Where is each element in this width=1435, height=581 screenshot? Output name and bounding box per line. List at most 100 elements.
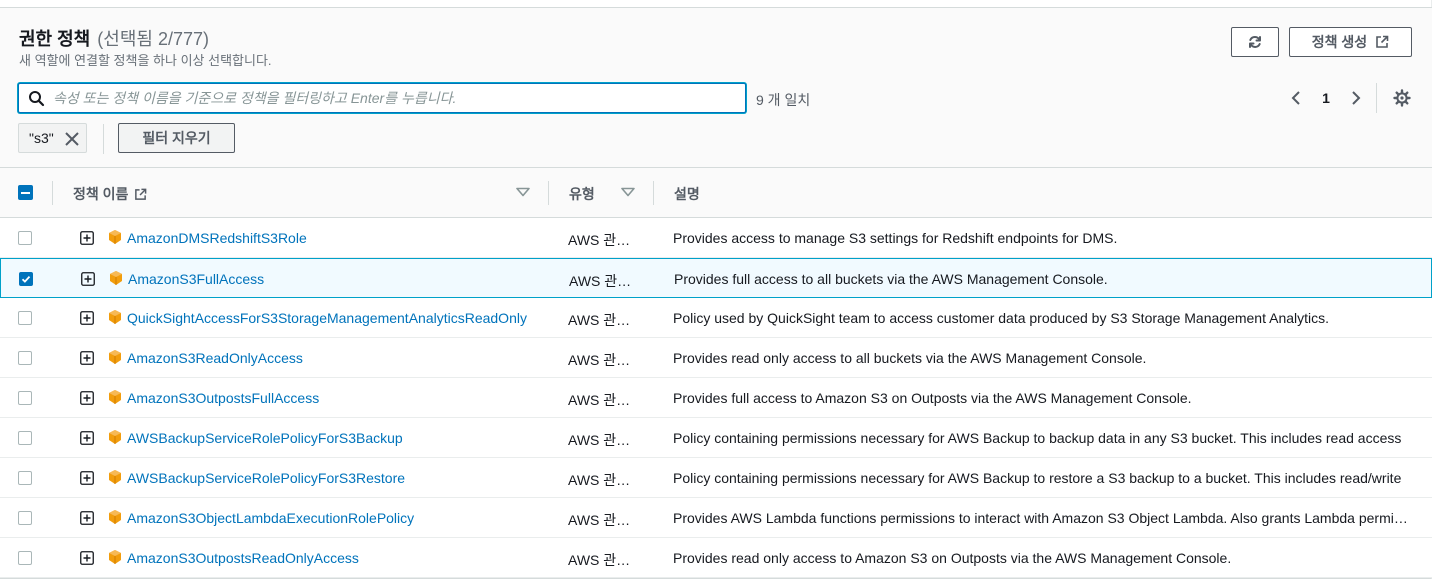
policy-cube-icon — [109, 510, 121, 524]
table-row[interactable]: AWSBackupServiceRolePolicyForS3Restore AW… — [0, 458, 1432, 498]
pagination-divider — [1376, 83, 1377, 113]
table-row[interactable]: AmazonDMSRedshiftS3Role AWS 관리형 Provides a… — [0, 218, 1432, 258]
plus-square-icon[interactable] — [80, 551, 94, 565]
policy-description: Policy containing permissions necessary … — [673, 470, 1402, 486]
table-row[interactable]: AmazonS3OutpostsFullAccess AWS 관리형 Provide… — [0, 378, 1432, 418]
column-header-type[interactable]: 유형 — [569, 184, 595, 204]
refresh-button[interactable] — [1231, 27, 1279, 57]
selection-count: (선택됨 2/777) — [97, 29, 209, 49]
policy-name-link[interactable]: AmazonS3ReadOnlyAccess — [127, 350, 303, 366]
policy-type: AWS 관리형 — [568, 512, 634, 528]
policy-name-link[interactable]: AmazonS3FullAccess — [128, 271, 264, 287]
checkmark-icon — [21, 275, 31, 283]
policy-name-link[interactable]: AmazonS3OutpostsReadOnlyAccess — [127, 550, 359, 566]
policy-name-link[interactable]: AmazonS3ObjectLambdaExecutionRolePolicy — [127, 510, 414, 526]
policy-type: AWS 관리형 — [568, 352, 634, 368]
policy-description: Provides read only access to Amazon S3 o… — [673, 550, 1232, 566]
row-checkbox[interactable] — [18, 231, 32, 245]
page-number[interactable]: 1 — [1316, 87, 1336, 109]
column-name-label: 정책 이름 — [73, 186, 129, 202]
filter-token-label: "s3" — [29, 130, 54, 146]
close-icon[interactable] — [64, 131, 80, 147]
table-header: 정책 이름 유형 설명 — [0, 168, 1432, 218]
title-text: 권한 정책 — [19, 29, 91, 49]
row-checkbox[interactable] — [18, 511, 32, 525]
policy-name-link[interactable]: QuickSightAccessForS3StorageManagementAn… — [127, 310, 527, 326]
row-checkbox[interactable] — [19, 272, 33, 286]
plus-square-icon[interactable] — [81, 272, 95, 286]
policy-type: AWS 관리형 — [569, 273, 635, 289]
caret-down-icon[interactable] — [516, 187, 530, 197]
policy-description: Provides AWS Lambda functions permission… — [673, 510, 1411, 526]
policy-description: Policy containing permissions necessary … — [673, 430, 1402, 446]
plus-square-icon[interactable] — [80, 471, 94, 485]
policy-cube-icon — [109, 350, 121, 364]
match-count: 9 개 일치 — [756, 92, 811, 108]
policy-description: Policy used by QuickSight team to access… — [673, 310, 1330, 326]
column-divider — [548, 181, 549, 205]
row-checkbox[interactable] — [18, 351, 32, 365]
page-subtitle: 새 역할에 연결할 정책을 하나 이상 선택합니다. — [19, 53, 272, 68]
search-icon — [29, 91, 45, 107]
policy-name-link[interactable]: AmazonDMSRedshiftS3Role — [127, 230, 307, 246]
external-link-icon — [1376, 35, 1389, 48]
chevron-left-icon — [1291, 91, 1300, 105]
row-checkbox[interactable] — [18, 311, 32, 325]
table-row[interactable]: AmazonS3FullAccess AWS 관리형 Provides full a… — [0, 258, 1432, 298]
table-row[interactable]: AmazonS3ReadOnlyAccess AWS 관리형 Provides re… — [0, 338, 1432, 378]
permissions-policies-panel: 권한 정책 (선택됨 2/777) 새 역할에 연결할 정책을 하나 이상 선택… — [0, 0, 1432, 579]
policy-cube-icon — [109, 390, 121, 404]
policy-filter-search — [18, 83, 746, 113]
select-all-checkbox[interactable] — [18, 185, 33, 200]
policy-name-link[interactable]: AWSBackupServiceRolePolicyForS3Backup — [127, 430, 403, 446]
chevron-right-icon — [1352, 91, 1361, 105]
preferences-button[interactable] — [1391, 87, 1413, 109]
table-row[interactable]: AmazonS3OutpostsReadOnlyAccess AWS 관리형 Pro… — [0, 538, 1432, 578]
policy-name-link[interactable]: AWSBackupServiceRolePolicyForS3Restore — [127, 470, 405, 486]
clear-filters-button[interactable]: 필터 지우기 — [118, 123, 235, 153]
plus-square-icon[interactable] — [80, 391, 94, 405]
external-link-icon — [135, 188, 147, 200]
caret-down-icon[interactable] — [621, 187, 635, 197]
policy-cube-icon — [109, 230, 121, 244]
policy-cube-icon — [110, 271, 122, 285]
table-row[interactable]: AWSBackupServiceRolePolicyForS3Backup AWS… — [0, 418, 1432, 458]
column-description-label: 설명 — [674, 186, 700, 202]
policy-cube-icon — [109, 430, 121, 444]
policy-type: AWS 관리형 — [568, 232, 634, 248]
policy-cube-icon — [109, 550, 121, 564]
column-header-name[interactable]: 정책 이름 — [73, 184, 147, 204]
policy-description: Provides read only access to all buckets… — [673, 350, 1147, 366]
policy-description: Provides full access to Amazon S3 on Out… — [673, 390, 1192, 406]
plus-square-icon[interactable] — [80, 311, 94, 325]
policy-description: Provides full access to all buckets via … — [674, 271, 1108, 287]
row-checkbox[interactable] — [18, 431, 32, 445]
filter-divider — [103, 124, 104, 154]
row-checkbox[interactable] — [18, 551, 32, 565]
previous-page-button[interactable] — [1286, 87, 1306, 109]
filter-token: "s3" — [18, 123, 87, 153]
policy-type: AWS 관리형 — [568, 472, 634, 488]
plus-square-icon[interactable] — [80, 351, 94, 365]
policy-description: Provides access to manage S3 settings fo… — [673, 230, 1118, 246]
plus-square-icon[interactable] — [80, 231, 94, 245]
column-divider — [52, 181, 53, 205]
column-type-label: 유형 — [569, 186, 595, 202]
table-row[interactable]: AmazonS3ObjectLambdaExecutionRolePolicy A… — [0, 498, 1432, 538]
policy-type: AWS 관리형 — [568, 552, 634, 568]
row-checkbox[interactable] — [18, 471, 32, 485]
search-input[interactable] — [53, 86, 733, 110]
column-divider — [653, 181, 654, 205]
create-policy-button[interactable]: 정책 생성 — [1289, 27, 1412, 57]
next-page-button[interactable] — [1346, 87, 1366, 109]
row-checkbox[interactable] — [18, 391, 32, 405]
page-title: 권한 정책 (선택됨 2/777) — [19, 25, 209, 51]
refresh-icon — [1249, 36, 1261, 48]
policy-type: AWS 관리형 — [568, 392, 634, 408]
gear-icon — [1393, 89, 1411, 107]
table-row[interactable]: QuickSightAccessForS3StorageManagementAn… — [0, 298, 1432, 338]
policy-name-link[interactable]: AmazonS3OutpostsFullAccess — [127, 390, 319, 406]
policy-type: AWS 관리형 — [568, 432, 634, 448]
plus-square-icon[interactable] — [80, 431, 94, 445]
plus-square-icon[interactable] — [80, 511, 94, 525]
